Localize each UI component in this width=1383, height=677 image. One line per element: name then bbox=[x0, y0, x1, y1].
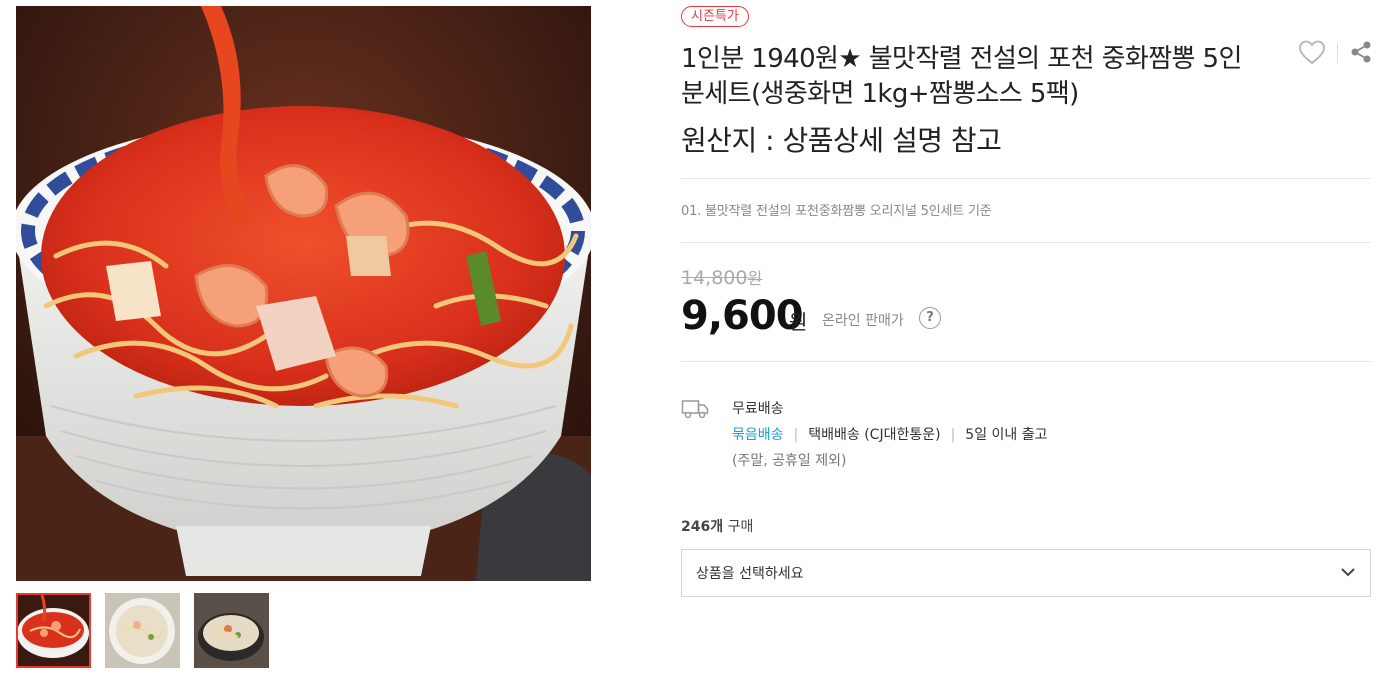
thumbnail-2[interactable] bbox=[105, 593, 180, 668]
bundle-shipping-link[interactable]: 묶음배송 bbox=[732, 427, 784, 443]
origin-info: 원산지 : 상품상세 설명 참고 bbox=[681, 124, 1002, 157]
share-icon bbox=[1351, 41, 1371, 63]
price-help-icon[interactable]: ? bbox=[919, 307, 941, 329]
original-price-value: 14,800 bbox=[681, 267, 748, 289]
main-product-image bbox=[16, 6, 591, 581]
option-note: 01. 불맛작렬 전설의 포천중화짬뽕 오리지널 5인세트 기준 bbox=[681, 204, 992, 219]
truck-icon bbox=[681, 398, 709, 420]
original-price: 14,800원 bbox=[681, 266, 762, 291]
shipping-note: (주말, 공휴일 제외) bbox=[732, 453, 847, 469]
thumbnail-1[interactable] bbox=[16, 593, 91, 668]
online-price-label: 온라인 판매가 bbox=[822, 313, 904, 329]
option-select-placeholder: 상품을 선택하세요 bbox=[696, 566, 804, 582]
divider bbox=[681, 242, 1371, 243]
chevron-down-icon bbox=[1341, 568, 1355, 577]
separator: | bbox=[950, 427, 956, 443]
share-button[interactable] bbox=[1350, 40, 1372, 64]
separator: | bbox=[793, 427, 799, 443]
sale-price: 9,600 bbox=[681, 293, 804, 339]
shipping-fee: 무료배송 bbox=[732, 401, 784, 417]
shipping-lead-time: 5일 이내 출고 bbox=[965, 427, 1048, 443]
thumbnail-3[interactable] bbox=[194, 593, 269, 668]
shipping-method: 택배배송 (CJ대한통운) bbox=[808, 427, 941, 443]
season-sale-badge: 시즌특가 bbox=[681, 6, 749, 27]
divider bbox=[681, 178, 1371, 179]
product-title: 1인분 1940원★ 불맛작렬 전설의 포천 중화짬뽕 5인분세트(생중화면 1… bbox=[681, 44, 1242, 109]
sale-price-unit: 원 bbox=[789, 310, 808, 334]
option-select[interactable]: 상품을 선택하세요 bbox=[681, 549, 1371, 597]
divider bbox=[681, 361, 1371, 362]
icon-divider bbox=[1337, 43, 1338, 63]
purchase-count: 246개 구매 bbox=[681, 517, 753, 537]
wishlist-button[interactable] bbox=[1298, 39, 1326, 65]
original-price-unit: 원 bbox=[747, 269, 763, 288]
heart-icon bbox=[1299, 40, 1325, 65]
purchase-count-value: 246개 bbox=[681, 519, 724, 535]
thumbnail-strip bbox=[16, 593, 269, 668]
shipping-details: 묶음배송 | 택배배송 (CJ대한통운) | 5일 이내 출고 bbox=[732, 425, 1048, 445]
purchase-count-suffix: 구매 bbox=[727, 519, 754, 535]
